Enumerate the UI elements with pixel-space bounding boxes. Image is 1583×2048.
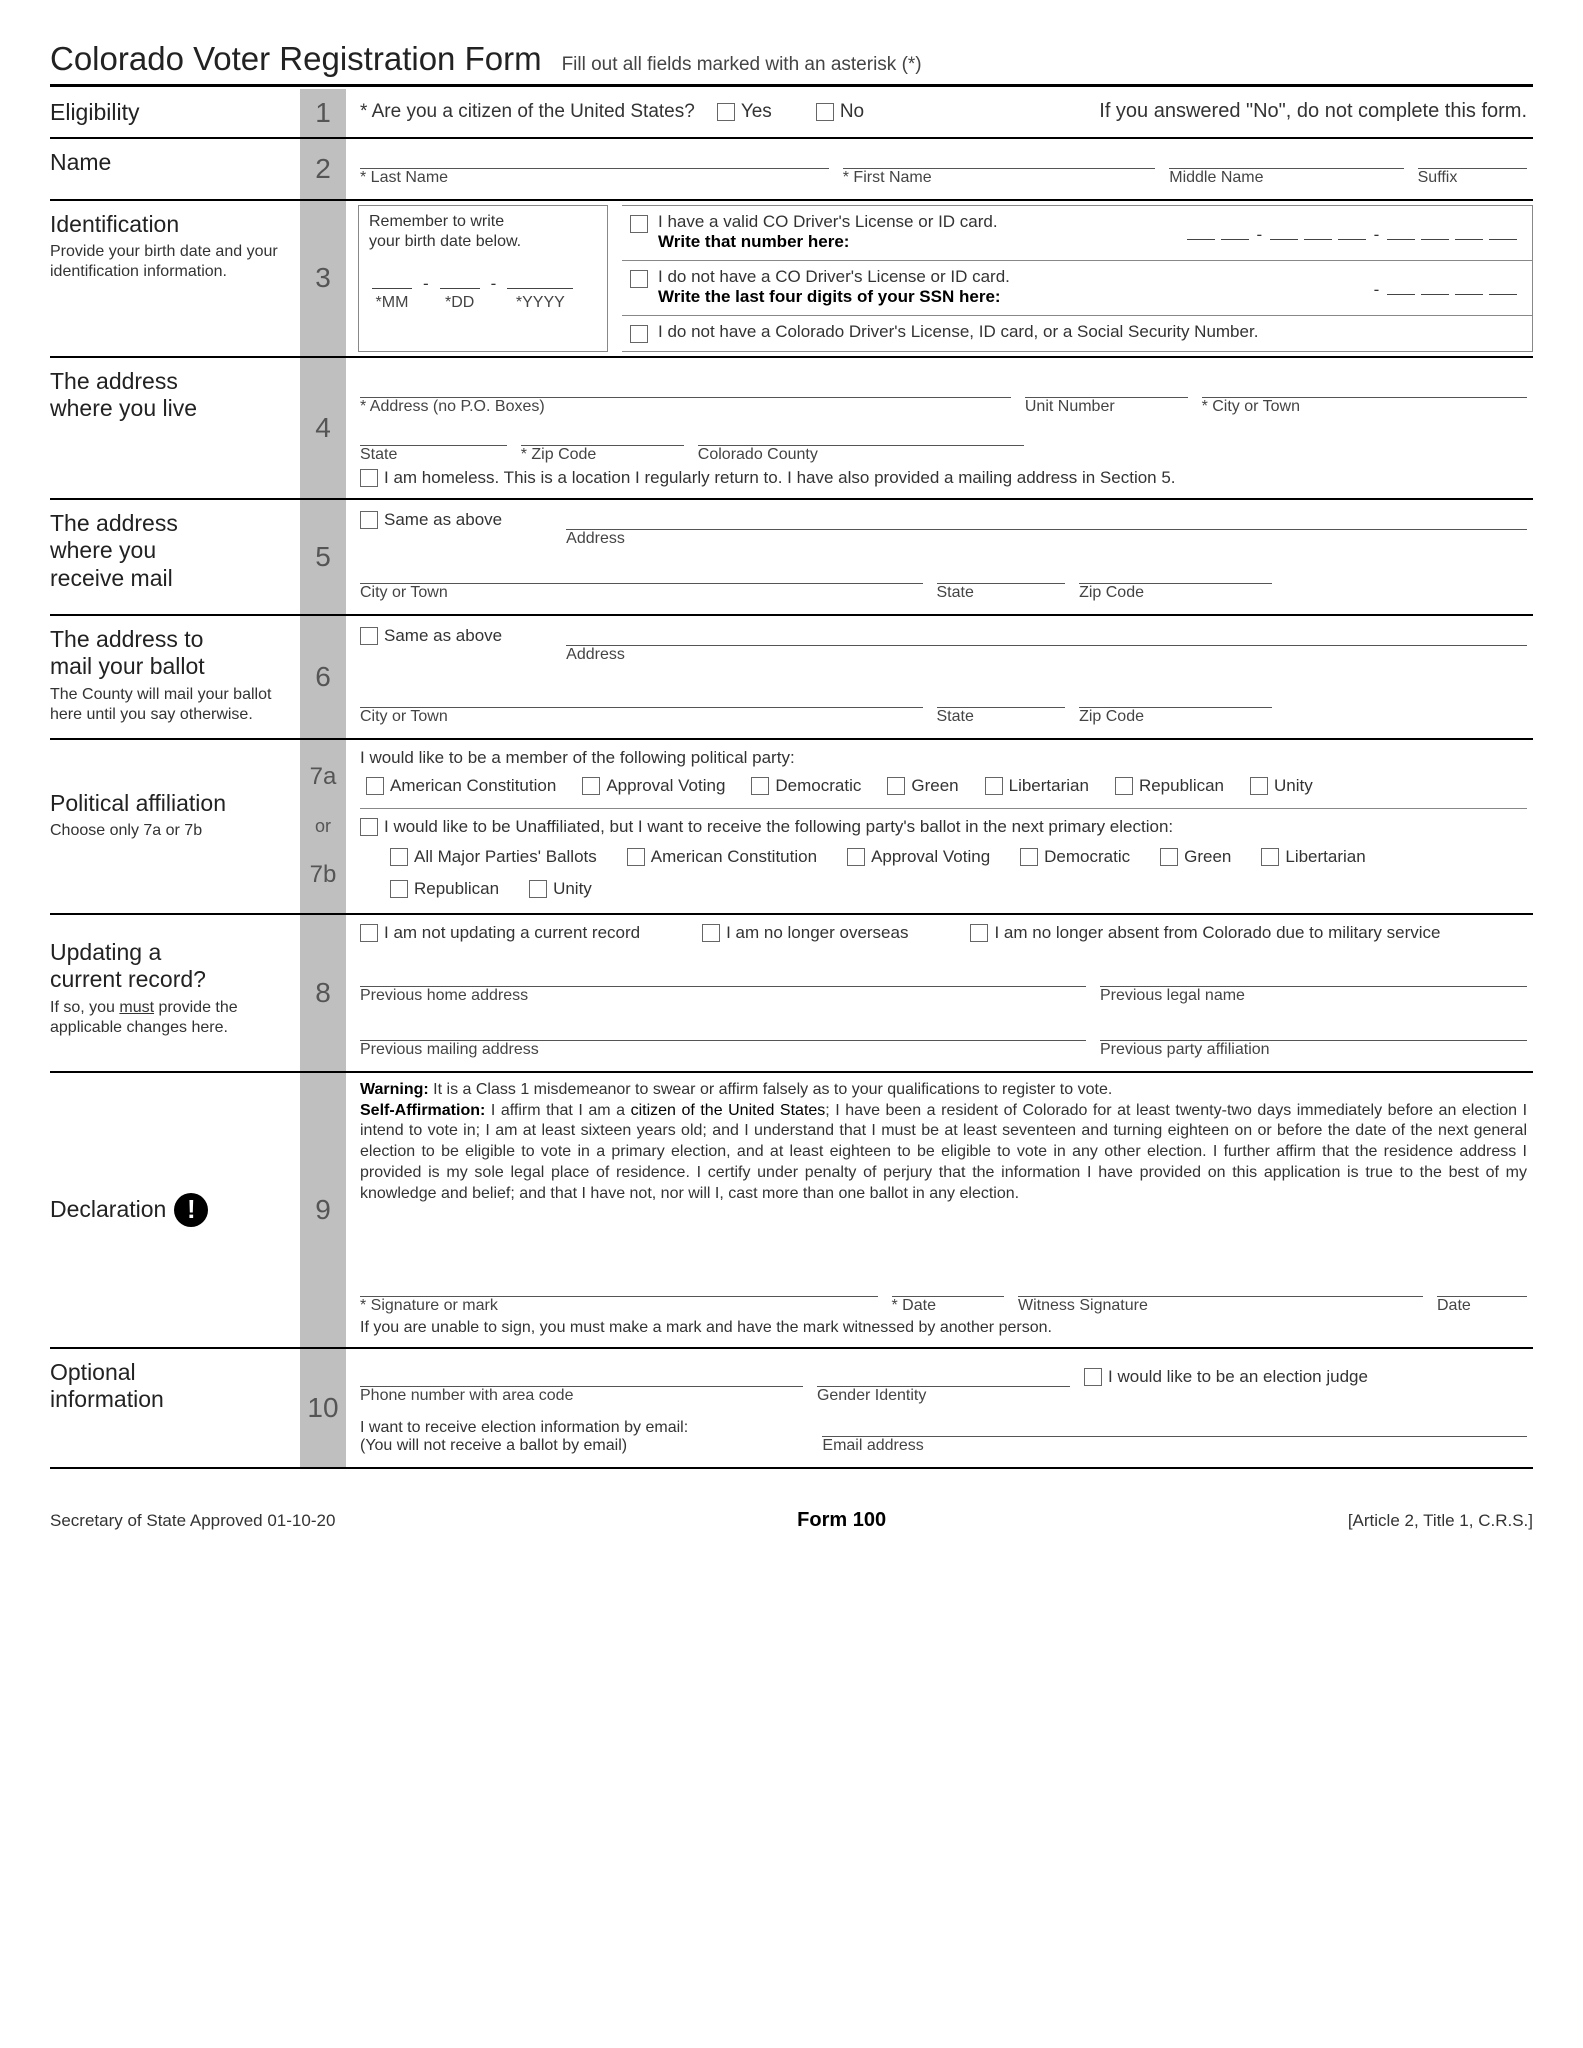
header: Colorado Voter Registration Form Fill ou…: [50, 40, 1533, 87]
footer-mid: Form 100: [797, 1509, 886, 1532]
witness-note: If you are unable to sign, you must make…: [360, 1319, 1527, 1337]
checkbox-no-id[interactable]: [630, 270, 648, 288]
section-address-live: The addresswhere you live 4 * Address (n…: [50, 358, 1533, 500]
checkbox-party[interactable]: [1250, 777, 1268, 795]
exclaim-icon: !: [174, 1193, 208, 1227]
section-optional: Optionalinformation 10 Phone number with…: [50, 1349, 1533, 1469]
checkbox-homeless[interactable]: [360, 469, 378, 487]
ballot-address-input[interactable]: [566, 624, 1527, 646]
mail-state-input[interactable]: [937, 562, 1066, 584]
phone-input[interactable]: [360, 1365, 803, 1387]
checkbox-ballot[interactable]: [627, 848, 645, 866]
checkbox-no-military[interactable]: [970, 924, 988, 942]
footer-right: [Article 2, Title 1, C.R.S.]: [1348, 1511, 1533, 1531]
last-name-input[interactable]: [360, 147, 829, 169]
section-number: 4: [300, 358, 346, 498]
checkbox-not-updating[interactable]: [360, 924, 378, 942]
checkbox-no-ssn[interactable]: [630, 325, 648, 343]
label-eligibility: Eligibility: [50, 89, 300, 137]
checkbox-yes[interactable]: [717, 103, 735, 121]
unit-input[interactable]: [1025, 376, 1188, 398]
zip-input[interactable]: [521, 424, 684, 446]
checkbox-same-ballot[interactable]: [360, 627, 378, 645]
footer-left: Secretary of State Approved 01-10-20: [50, 1511, 335, 1531]
witness-input[interactable]: [1018, 1275, 1423, 1297]
checkbox-same-mail[interactable]: [360, 511, 378, 529]
section-number: 6: [300, 616, 346, 738]
section-political: Political affiliationChoose only 7a or 7…: [50, 740, 1533, 915]
signature-input[interactable]: [360, 1275, 878, 1297]
page-title: Colorado Voter Registration Form: [50, 40, 542, 78]
section-identification: Identification Provide your birth date a…: [50, 201, 1533, 358]
checkbox-ballot[interactable]: [529, 880, 547, 898]
middle-name-input[interactable]: [1169, 147, 1403, 169]
prev-name-input[interactable]: [1100, 965, 1527, 987]
checkbox-ballot[interactable]: [1160, 848, 1178, 866]
checkbox-ballot[interactable]: [1020, 848, 1038, 866]
checkbox-party[interactable]: [582, 777, 600, 795]
ballot-zip-input[interactable]: [1079, 686, 1272, 708]
citizen-question: * Are you a citizen of the United States…: [360, 101, 695, 123]
label-identification: Identification: [50, 211, 179, 237]
wdate-input[interactable]: [1437, 1275, 1527, 1297]
mail-address-input[interactable]: [566, 508, 1527, 530]
first-name-input[interactable]: [843, 147, 1156, 169]
ssn4-input[interactable]: -: [1374, 267, 1520, 300]
address-input[interactable]: [360, 376, 1011, 398]
section-number: 2: [300, 139, 346, 199]
dl-number-input[interactable]: - -: [1184, 212, 1520, 245]
state-input[interactable]: [360, 424, 507, 446]
section-name: Name 2 * Last Name * First Name Middle N…: [50, 139, 1533, 201]
label-name: Name: [50, 139, 300, 199]
mm-input[interactable]: [372, 269, 412, 289]
checkbox-party[interactable]: [1115, 777, 1133, 795]
footer: Secretary of State Approved 01-10-20 For…: [50, 1509, 1533, 1532]
section-declaration: Declaration! 9 Warning: It is a Class 1 …: [50, 1073, 1533, 1349]
yyyy-input[interactable]: [507, 269, 573, 289]
checkbox-have-id[interactable]: [630, 215, 648, 233]
checkbox-party[interactable]: [887, 777, 905, 795]
ballot-state-input[interactable]: [937, 686, 1066, 708]
section-number: 1: [300, 89, 346, 137]
checkbox-ballot[interactable]: [1261, 848, 1279, 866]
section-number: 7aor7b: [300, 740, 346, 913]
checkbox-no-overseas[interactable]: [702, 924, 720, 942]
checkbox-party[interactable]: [366, 777, 384, 795]
checkbox-ballot[interactable]: [847, 848, 865, 866]
section-number: 9: [300, 1073, 346, 1347]
mail-zip-input[interactable]: [1079, 562, 1272, 584]
page-subtitle: Fill out all fields marked with an aster…: [562, 54, 922, 76]
section-number: 8: [300, 915, 346, 1071]
section-address-ballot: The address tomail your ballotThe County…: [50, 616, 1533, 740]
section-eligibility: Eligibility 1 * Are you a citizen of the…: [50, 89, 1533, 139]
section-number: 10: [300, 1349, 346, 1467]
checkbox-unaffiliated[interactable]: [360, 818, 378, 836]
section-number: 3: [300, 201, 346, 356]
checkbox-party[interactable]: [751, 777, 769, 795]
ballot-city-input[interactable]: [360, 686, 923, 708]
checkbox-judge[interactable]: [1084, 1368, 1102, 1386]
checkbox-ballot[interactable]: [390, 880, 408, 898]
section-updating: Updating acurrent record? If so, you mus…: [50, 915, 1533, 1073]
birthdate-box: Remember to writeyour birth date below. …: [358, 205, 608, 352]
county-input[interactable]: [698, 424, 1024, 446]
citizen-warning: If you answered "No", do not complete th…: [1099, 100, 1527, 123]
section-address-mail: The addresswhere youreceive mail 5 Same …: [50, 500, 1533, 616]
checkbox-party[interactable]: [985, 777, 1003, 795]
city-input[interactable]: [1202, 376, 1527, 398]
checkbox-ballot[interactable]: [390, 848, 408, 866]
prev-party-input[interactable]: [1100, 1019, 1527, 1041]
mail-city-input[interactable]: [360, 562, 923, 584]
label-identification-sub: Provide your birth date and your identif…: [50, 242, 292, 282]
date-input[interactable]: [892, 1275, 1005, 1297]
prev-mail-input[interactable]: [360, 1019, 1086, 1041]
dd-input[interactable]: [440, 269, 480, 289]
gender-input[interactable]: [817, 1365, 1070, 1387]
party-intro: I would like to be a member of the follo…: [360, 748, 1527, 768]
email-input[interactable]: [822, 1415, 1527, 1437]
section-number: 5: [300, 500, 346, 614]
prev-home-input[interactable]: [360, 965, 1086, 987]
suffix-input[interactable]: [1418, 147, 1527, 169]
checkbox-no[interactable]: [816, 103, 834, 121]
